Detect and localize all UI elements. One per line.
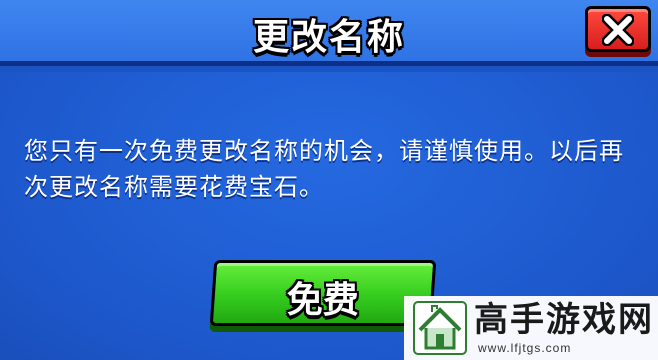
- watermark: 高手游戏网 www.lfjtgs.com: [404, 296, 658, 360]
- watermark-title: 高手游戏网: [474, 300, 654, 340]
- message-line-2: 次更改名称需要花费宝石。: [24, 173, 324, 201]
- watermark-url: www.lfjtgs.com: [478, 341, 572, 355]
- dialog-title: 更改名称: [252, 17, 405, 58]
- close-button[interactable]: [585, 6, 651, 52]
- free-button-label: 免费: [286, 280, 359, 321]
- house-logo-icon: [413, 301, 467, 355]
- dialog-message: 您只有一次免费更改名称的机会，请谨慎使用。以后再 次更改名称需要花费宝石。: [24, 133, 644, 205]
- close-icon: [602, 14, 634, 46]
- free-button[interactable]: 免费: [209, 260, 437, 326]
- message-line-1: 您只有一次免费更改名称的机会，请谨慎使用。以后再: [24, 137, 624, 165]
